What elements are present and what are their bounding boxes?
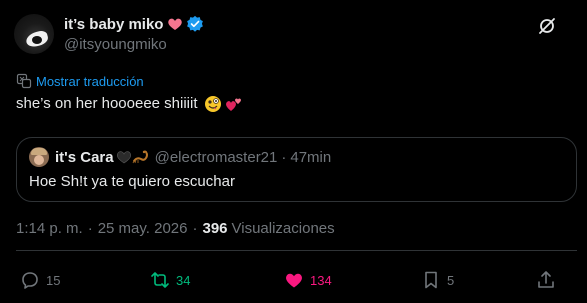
quoted-separator: · <box>281 148 287 166</box>
tweet-date[interactable]: 25 may. 2026 <box>98 220 188 237</box>
tweet-meta: 1:14 p. m. · 25 may. 2026 · 396 Visualiz… <box>16 220 335 237</box>
two-hearts-icon <box>225 98 241 111</box>
scorpion-icon <box>132 150 148 164</box>
quoted-name-emojis <box>116 149 150 165</box>
quoted-timestamp[interactable]: 47min <box>290 149 331 166</box>
pink-heart-icon <box>168 18 183 30</box>
meta-separator: · <box>87 220 93 237</box>
tweet-text: she’s on her hoooeee shiiiit <box>16 94 243 114</box>
translate-label[interactable]: Mostrar traducción <box>36 74 144 89</box>
quoted-author-handle[interactable]: @electromaster21 <box>155 149 278 166</box>
retweet-button[interactable]: 34 <box>150 268 190 292</box>
reply-button[interactable]: 15 <box>20 268 60 292</box>
author-handle[interactable]: @itsyoungmiko <box>64 36 167 53</box>
author-avatar[interactable] <box>14 14 54 54</box>
like-count: 134 <box>310 272 332 288</box>
grok-icon[interactable] <box>537 16 557 36</box>
author-display-name[interactable]: it’s baby miko <box>64 16 163 33</box>
heart-filled-icon <box>286 273 302 288</box>
share-icon <box>538 271 554 288</box>
black-heart-icon <box>116 151 131 164</box>
tweet-body: she’s on her hoooeee shiiiit <box>16 95 198 112</box>
retweet-count: 34 <box>176 272 191 288</box>
translate-icon <box>16 73 32 89</box>
actions-divider <box>16 250 577 251</box>
bookmark-icon <box>425 271 437 289</box>
author-name-row: it’s baby miko <box>64 14 204 34</box>
quoted-author-avatar[interactable] <box>29 147 49 167</box>
quoted-tweet[interactable]: it's Cara @electromaster21 · 47min Hoe S… <box>16 137 577 202</box>
quoted-tweet-text: Hoe Sh!t ya te quiero escuchar <box>29 173 235 190</box>
quoted-tweet-header: it's Cara @electromaster21 · 47min <box>29 147 331 167</box>
verified-badge-icon[interactable] <box>186 15 204 33</box>
views-count: 396 <box>202 220 228 237</box>
tweet-time[interactable]: 1:14 p. m. <box>16 220 83 237</box>
retweet-icon <box>151 272 169 288</box>
reply-count: 15 <box>46 272 61 288</box>
share-button[interactable] <box>536 268 556 292</box>
reply-icon <box>22 272 38 289</box>
zany-face-icon <box>204 96 221 112</box>
quoted-author-name[interactable]: it's Cara <box>55 149 114 166</box>
views-label[interactable]: Visualizaciones <box>232 220 335 237</box>
meta-separator-2: · <box>192 220 198 237</box>
action-bar: 15 34 134 5 <box>16 268 577 292</box>
bookmark-button[interactable]: 5 <box>421 268 454 292</box>
translate-link[interactable]: Mostrar traducción <box>16 72 144 90</box>
like-button[interactable]: 134 <box>284 268 332 292</box>
bookmark-count: 5 <box>447 272 455 288</box>
